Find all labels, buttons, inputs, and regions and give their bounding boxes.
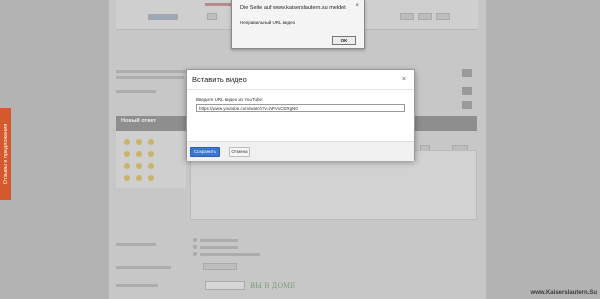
url-label: Введите URL видео из YouTube: bbox=[196, 97, 264, 102]
info-text bbox=[116, 76, 184, 79]
insert-video-modal: Вставить видео × Введите URL видео из Yo… bbox=[186, 69, 415, 161]
captcha-image: ВЫ В ДОМЕ bbox=[250, 282, 296, 290]
option-label bbox=[200, 246, 238, 249]
smiley-icon[interactable] bbox=[124, 151, 130, 157]
alert-title: Die Seite auf www.kaiserslautern.su meld… bbox=[240, 5, 346, 11]
go-button[interactable] bbox=[462, 69, 472, 77]
smilies-panel bbox=[116, 131, 186, 188]
go-button[interactable] bbox=[462, 87, 472, 95]
option-label bbox=[200, 253, 260, 256]
smiley-icon[interactable] bbox=[148, 139, 154, 145]
quote-button[interactable] bbox=[400, 13, 414, 20]
pagination-text bbox=[116, 90, 156, 93]
ok-button[interactable]: OK bbox=[332, 36, 356, 45]
user-rank-badge bbox=[148, 14, 178, 20]
attach-button[interactable] bbox=[203, 263, 237, 270]
option-label bbox=[200, 239, 238, 242]
reply-button[interactable] bbox=[418, 13, 432, 20]
smiley-icon[interactable] bbox=[124, 175, 130, 181]
report-button[interactable] bbox=[436, 13, 450, 20]
smiley-icon[interactable] bbox=[148, 151, 154, 157]
browser-alert-dialog: Die Seite auf www.kaiserslautern.su meld… bbox=[231, 0, 365, 49]
smiley-icon[interactable] bbox=[136, 175, 142, 181]
captcha-input[interactable] bbox=[205, 281, 245, 290]
smiley-icon[interactable] bbox=[148, 175, 154, 181]
modal-header: Вставить видео × bbox=[187, 70, 414, 90]
close-icon[interactable]: × bbox=[402, 76, 406, 83]
status-text bbox=[205, 3, 231, 6]
smiley-icon[interactable] bbox=[136, 151, 142, 157]
go-button[interactable] bbox=[462, 101, 472, 109]
watermark: www.Kaiserslautern.Su bbox=[530, 290, 597, 296]
save-button[interactable]: Сохранить bbox=[190, 147, 220, 157]
smiley-icon[interactable] bbox=[136, 163, 142, 169]
feedback-tab[interactable]: Отзывы и предложения bbox=[0, 108, 11, 200]
close-icon[interactable]: × bbox=[355, 3, 359, 9]
video-url-input[interactable]: https://www.youtube.com/watch?v=hPVxCERg… bbox=[196, 104, 405, 112]
smiley-icon[interactable] bbox=[148, 163, 154, 169]
option-radio[interactable] bbox=[193, 245, 197, 249]
form-label bbox=[116, 243, 156, 246]
section-heading: Новый ответ bbox=[121, 118, 157, 124]
info-text bbox=[116, 70, 186, 73]
modal-title: Вставить видео bbox=[192, 75, 247, 84]
form-label bbox=[116, 266, 171, 269]
option-radio[interactable] bbox=[193, 238, 197, 242]
smiley-icon[interactable] bbox=[124, 139, 130, 145]
smiley-icon[interactable] bbox=[136, 139, 142, 145]
modal-footer: Сохранить Отмена bbox=[187, 141, 414, 161]
alert-message: Неправильный URL видео bbox=[240, 20, 296, 25]
form-label bbox=[116, 284, 158, 287]
cancel-button[interactable]: Отмена bbox=[229, 147, 250, 157]
edit-icon[interactable] bbox=[207, 13, 217, 20]
option-radio[interactable] bbox=[193, 252, 197, 256]
smiley-icon[interactable] bbox=[124, 163, 130, 169]
feedback-tab-label: Отзывы и предложения bbox=[2, 123, 9, 185]
